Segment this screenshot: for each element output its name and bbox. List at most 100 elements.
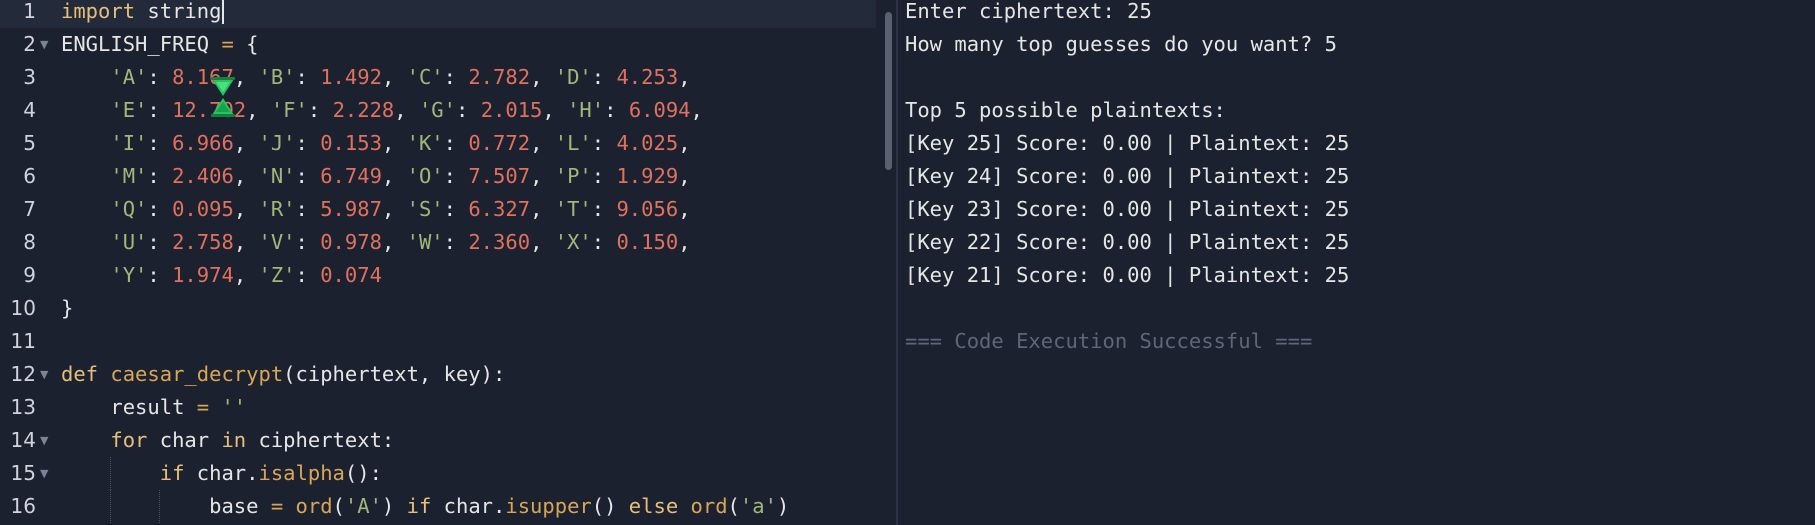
dict-key: 'E' bbox=[110, 98, 148, 122]
dict-key: 'N' bbox=[258, 164, 296, 188]
code-line[interactable]: 2 ▼ ENGLISH_FREQ = { bbox=[0, 28, 876, 61]
code-token: ) bbox=[776, 494, 790, 518]
dict-value: 6.327 bbox=[468, 197, 531, 221]
code-line[interactable]: 12 ▼ def caesar_decrypt(ciphertext, key): bbox=[0, 358, 876, 391]
code-line[interactable]: 13 result = '' bbox=[0, 391, 876, 424]
code-token: char. bbox=[184, 461, 259, 485]
dict-value: 0.095 bbox=[172, 197, 234, 221]
chevron-down-icon[interactable]: ▼ bbox=[40, 424, 48, 457]
function-name: caesar_decrypt bbox=[110, 362, 284, 386]
code-line[interactable]: 9 'Y': 1.974, 'Z': 0.074 bbox=[0, 259, 876, 292]
code-text: base = ord('A') if char.isupper() else o… bbox=[61, 490, 789, 523]
dict-key: 'V' bbox=[258, 230, 296, 254]
code-text: result = '' bbox=[61, 391, 246, 424]
dict-value: 9.056 bbox=[616, 197, 679, 221]
line-number: 12 bbox=[10, 362, 36, 386]
dict-key: 'G' bbox=[418, 98, 456, 122]
dict-value: 6.749 bbox=[320, 164, 382, 188]
dict-key: 'I' bbox=[110, 131, 148, 155]
string-token: 'a' bbox=[739, 494, 777, 518]
dict-key: 'B' bbox=[258, 65, 296, 89]
output-line: [Key 25] Score: 0.00 | Plaintext: 25 bbox=[905, 131, 1350, 155]
line-number: 11 bbox=[10, 329, 36, 353]
execution-status: === Code Execution Successful === bbox=[905, 329, 1313, 353]
code-line[interactable]: 3 'A': 8.167, 'B': 1.492, 'C': 2.782, 'D… bbox=[0, 61, 876, 94]
dict-value: 2.758 bbox=[172, 230, 234, 254]
dict-value: 6.094 bbox=[628, 98, 691, 122]
output-line: Top 5 possible plaintexts: bbox=[905, 98, 1226, 122]
code-text: 'U': 2.758, 'V': 0.978, 'W': 2.360, 'X':… bbox=[110, 230, 703, 254]
editor-scrollbar-thumb[interactable] bbox=[885, 12, 892, 170]
dict-value: 2.015 bbox=[480, 98, 543, 122]
line-number: 4 bbox=[23, 98, 36, 122]
line-number: 6 bbox=[23, 164, 36, 188]
code-line[interactable]: 7 'Q': 0.095, 'R': 5.987, 'S': 6.327, 'T… bbox=[0, 193, 876, 226]
dict-key: 'Q' bbox=[110, 197, 148, 221]
code-token: ) bbox=[381, 494, 407, 518]
hourglass-icon bbox=[211, 77, 235, 117]
code-line[interactable]: 4 'E': 12.702, 'F': 2.228, 'G': 2.015, '… bbox=[0, 94, 876, 127]
string-token: '' bbox=[221, 395, 247, 419]
keyword-token: else bbox=[628, 494, 679, 518]
dict-value: 6.966 bbox=[172, 131, 234, 155]
code-line[interactable]: 16 base = ord('A') if char.isupper() els… bbox=[0, 490, 876, 523]
code-line[interactable]: 1 import string bbox=[0, 0, 876, 28]
code-line[interactable]: 10} bbox=[0, 292, 876, 325]
chevron-down-icon[interactable]: ▼ bbox=[40, 358, 48, 391]
code-token: } bbox=[61, 296, 74, 320]
keyword-token: for bbox=[110, 428, 148, 452]
line-number: 2 bbox=[23, 32, 36, 56]
output-line: [Key 24] Score: 0.00 | Plaintext: 25 bbox=[905, 164, 1350, 188]
code-token: (ciphertext, key): bbox=[283, 362, 506, 386]
output-console: Enter ciphertext: 25 How many top guesses… bbox=[898, 0, 1815, 525]
output-line: Enter ciphertext: 25 bbox=[905, 0, 1152, 23]
dict-key: 'U' bbox=[110, 230, 148, 254]
code-editor[interactable]: 1 import string 2 ▼ ENGLISH_FREQ = {3 'A': 8… bbox=[0, 0, 896, 525]
code-text: def caesar_decrypt(ciphertext, key): bbox=[61, 358, 505, 391]
keyword-token: in bbox=[221, 428, 247, 452]
dict-value: 0.150 bbox=[616, 230, 679, 254]
dict-value: 5.987 bbox=[320, 197, 382, 221]
code-text: 'A': 8.167, 'B': 1.492, 'C': 2.782, 'D':… bbox=[110, 65, 703, 89]
function-name: ord bbox=[690, 494, 728, 518]
function-name: isalpha bbox=[258, 461, 345, 485]
dict-value: 0.074 bbox=[320, 263, 382, 287]
code-text: 'M': 2.406, 'N': 6.749, 'O': 7.507, 'P':… bbox=[110, 164, 703, 188]
line-number: 1 bbox=[23, 0, 36, 23]
code-token: base bbox=[209, 494, 259, 518]
chevron-down-icon[interactable]: ▼ bbox=[40, 457, 48, 490]
code-token: = bbox=[258, 494, 296, 518]
dict-value: 0.772 bbox=[468, 131, 531, 155]
code-line[interactable]: 5 'I': 6.966, 'J': 0.153, 'K': 0.772, 'L… bbox=[0, 127, 876, 160]
dict-value: 1.492 bbox=[320, 65, 382, 89]
code-token: = bbox=[209, 32, 247, 56]
dict-key: 'F' bbox=[270, 98, 308, 122]
code-token: char. bbox=[431, 494, 506, 518]
output-line: [Key 23] Score: 0.00 | Plaintext: 25 bbox=[905, 197, 1350, 221]
keyword-token: def bbox=[61, 362, 99, 386]
dict-key: 'J' bbox=[258, 131, 296, 155]
dict-value: 7.507 bbox=[468, 164, 531, 188]
code-token: ( bbox=[332, 494, 345, 518]
dict-key: 'T' bbox=[554, 197, 592, 221]
code-text: 'Q': 0.095, 'R': 5.987, 'S': 6.327, 'T':… bbox=[110, 197, 703, 221]
code-text: ENGLISH_FREQ = { bbox=[61, 28, 258, 61]
line-number: 9 bbox=[23, 263, 36, 287]
code-token: result bbox=[110, 395, 185, 419]
code-line[interactable]: 6 'M': 2.406, 'N': 6.749, 'O': 7.507, 'P… bbox=[0, 160, 876, 193]
code-token: = bbox=[184, 395, 222, 419]
code-token: () bbox=[591, 494, 629, 518]
chevron-down-icon[interactable]: ▼ bbox=[40, 28, 48, 61]
text-caret bbox=[222, 0, 225, 24]
keyword-token: if bbox=[406, 494, 432, 518]
code-line[interactable]: 15 ▼ if char.isalpha(): bbox=[0, 457, 876, 490]
line-number: 5 bbox=[23, 131, 36, 155]
code-line[interactable]: 11 bbox=[0, 325, 876, 358]
dict-value: 2.360 bbox=[468, 230, 531, 254]
code-text: 'I': 6.966, 'J': 0.153, 'K': 0.772, 'L':… bbox=[110, 131, 703, 155]
code-line[interactable]: 8 'U': 2.758, 'V': 0.978, 'W': 2.360, 'X… bbox=[0, 226, 876, 259]
dict-key: 'R' bbox=[258, 197, 296, 221]
dict-key: 'C' bbox=[406, 65, 444, 89]
code-line[interactable]: 14 ▼ for char in ciphertext: bbox=[0, 424, 876, 457]
